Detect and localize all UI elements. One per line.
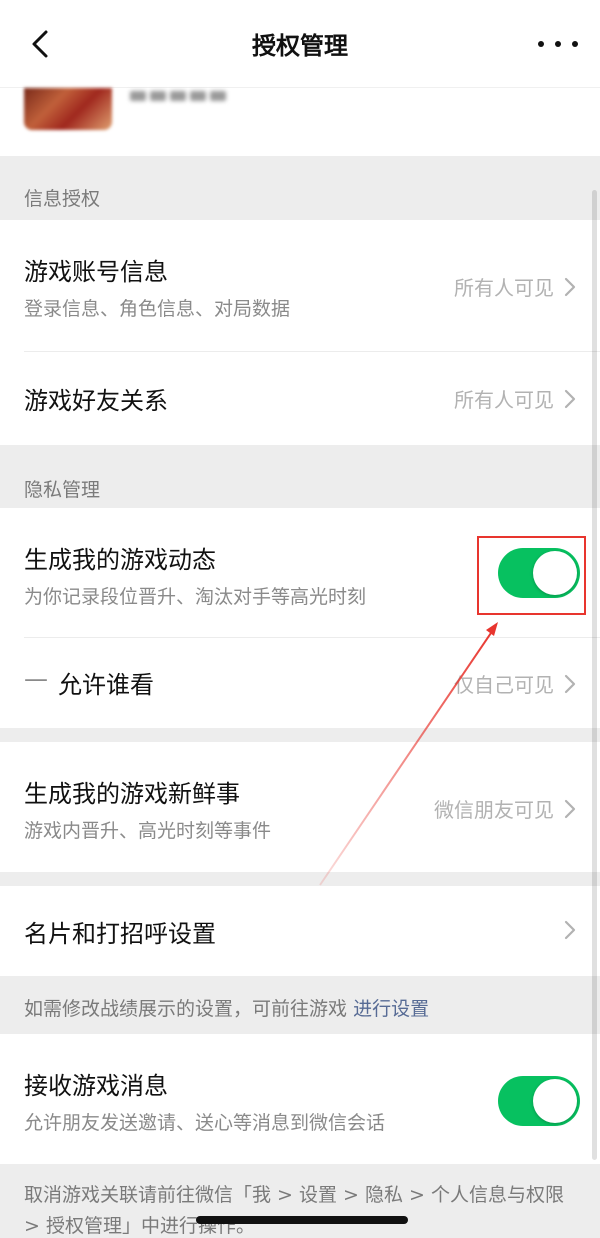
visibility-value: 微信朋友可见 bbox=[434, 798, 554, 822]
row-title-group: — 允许谁看 bbox=[24, 665, 154, 700]
row-subtitle: 游戏内晋升、高光时刻等事件 bbox=[24, 820, 272, 842]
section-title-info-auth: 信息授权 bbox=[24, 188, 101, 210]
visibility-value: 所有人可见 bbox=[454, 276, 554, 300]
avatar bbox=[24, 88, 112, 130]
indent-dash: — bbox=[24, 665, 48, 693]
row-value: 仅自己可见 bbox=[454, 669, 578, 698]
nickname-char bbox=[170, 91, 186, 101]
row-subtitle: 允许朋友发送邀请、送心等消息到微信会话 bbox=[24, 1112, 386, 1134]
row-title: 接收游戏消息 bbox=[24, 1072, 168, 1100]
row-value bbox=[562, 919, 578, 941]
row-friend-relation[interactable]: 游戏好友关系 所有人可见 bbox=[0, 351, 600, 445]
chevron-right-icon bbox=[564, 674, 576, 693]
row-game-news[interactable]: 生成我的游戏新鲜事 游戏内晋升、高光时刻等事件 微信朋友可见 bbox=[0, 742, 600, 872]
nickname-char bbox=[210, 91, 226, 101]
row-receive-messages: 接收游戏消息 允许朋友发送邀请、送心等消息到微信会话 bbox=[0, 1034, 600, 1164]
game-news-card: 生成我的游戏新鲜事 游戏内晋升、高光时刻等事件 微信朋友可见 bbox=[0, 742, 600, 872]
nickname-blurred bbox=[130, 88, 226, 104]
page-title: 授权管理 bbox=[252, 32, 348, 60]
row-title: 允许谁看 bbox=[58, 671, 154, 699]
chevron-right-icon bbox=[564, 920, 576, 940]
more-dot bbox=[572, 41, 578, 47]
more-dots-icon bbox=[538, 41, 544, 47]
row-title: 游戏好友关系 bbox=[24, 387, 168, 415]
receive-messages-toggle[interactable] bbox=[498, 1076, 580, 1126]
more-button[interactable] bbox=[538, 34, 578, 54]
receive-messages-card: 接收游戏消息 允许朋友发送邀请、送心等消息到微信会话 bbox=[0, 1034, 600, 1164]
nickname-char bbox=[130, 91, 146, 101]
record-setting-note: 如需修改战绩展示的设置，可前往游戏 进行设置 bbox=[24, 994, 429, 1021]
row-who-can-see[interactable]: — 允许谁看 仅自己可见 bbox=[0, 637, 600, 728]
scrollbar[interactable] bbox=[592, 190, 597, 1160]
row-value: 微信朋友可见 bbox=[434, 794, 578, 823]
annotation-highlight-box bbox=[477, 536, 586, 615]
row-subtitle: 登录信息、角色信息、对局数据 bbox=[24, 298, 291, 320]
row-value: 所有人可见 bbox=[454, 272, 578, 301]
row-subtitle: 为你记录段位晋升、淘汰对手等高光时刻 bbox=[24, 586, 367, 608]
nickname-char bbox=[190, 91, 206, 101]
nickname-char bbox=[150, 91, 166, 101]
chevron-left-icon bbox=[32, 30, 48, 58]
home-indicator bbox=[196, 1216, 408, 1224]
back-button[interactable] bbox=[20, 22, 60, 66]
card-greeting-card: 名片和打招呼设置 bbox=[0, 886, 600, 976]
row-value: 所有人可见 bbox=[454, 384, 578, 413]
visibility-value: 仅自己可见 bbox=[454, 673, 554, 697]
navigation-bar: 授权管理 bbox=[0, 0, 600, 88]
profile-header bbox=[0, 88, 600, 156]
unlink-instruction-note: 取消游戏关联请前往微信「我 > 设置 > 隐私 > 个人信息与权限 > 授权管理… bbox=[24, 1184, 564, 1237]
row-title: 游戏账号信息 bbox=[24, 258, 168, 286]
section-title-privacy: 隐私管理 bbox=[24, 479, 101, 501]
chevron-right-icon bbox=[564, 389, 576, 408]
chevron-right-icon bbox=[564, 799, 576, 818]
chevron-right-icon bbox=[564, 277, 576, 296]
visibility-value: 所有人可见 bbox=[454, 388, 554, 412]
row-title: 名片和打招呼设置 bbox=[24, 920, 216, 948]
row-account-info[interactable]: 游戏账号信息 登录信息、角色信息、对局数据 所有人可见 bbox=[0, 220, 600, 351]
row-title: 生成我的游戏动态 bbox=[24, 546, 216, 574]
row-card-greeting[interactable]: 名片和打招呼设置 bbox=[0, 886, 600, 976]
row-title: 生成我的游戏新鲜事 bbox=[24, 780, 240, 808]
note-text: 如需修改战绩展示的设置，可前往游戏 bbox=[24, 998, 348, 1020]
more-dot bbox=[555, 41, 561, 47]
info-auth-card: 游戏账号信息 登录信息、角色信息、对局数据 所有人可见 游戏好友关系 所有人可见 bbox=[0, 220, 600, 445]
toggle-knob bbox=[533, 1079, 577, 1123]
go-to-settings-link[interactable]: 进行设置 bbox=[353, 998, 429, 1020]
